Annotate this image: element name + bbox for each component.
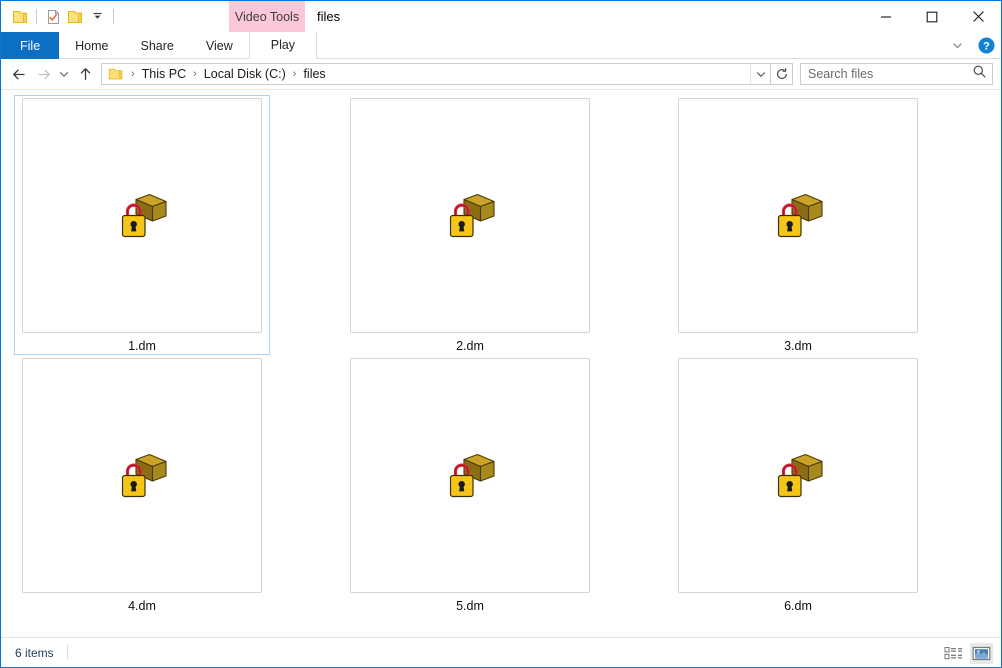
file-item-label: 4.dm — [128, 598, 156, 614]
details-view-button[interactable] — [942, 643, 965, 664]
quick-access-toolbar — [1, 1, 119, 32]
file-explorer-window: Video Tools files File Home Share View P… — [0, 0, 1002, 668]
file-thumbnail[interactable] — [22, 98, 262, 333]
forward-button[interactable] — [31, 62, 55, 86]
file-item-label: 1.dm — [128, 338, 156, 354]
status-separator — [67, 645, 68, 660]
locked-package-icon — [442, 190, 498, 242]
search-icon[interactable] — [972, 64, 987, 84]
back-button[interactable] — [7, 62, 31, 86]
close-button[interactable] — [955, 1, 1001, 32]
chevron-down-icon[interactable] — [86, 6, 108, 28]
contextual-tab-group-label: Video Tools — [229, 1, 305, 32]
file-item-1[interactable]: 1.dm — [14, 95, 270, 355]
quick-access-separator-1 — [36, 9, 37, 24]
file-thumbnail[interactable] — [350, 358, 590, 593]
file-thumbnail[interactable] — [22, 358, 262, 593]
file-item-4[interactable]: 4.dm — [14, 355, 270, 615]
locked-package-icon — [770, 190, 826, 242]
ribbon-expand-chevron-icon[interactable] — [946, 35, 968, 57]
file-item-5[interactable]: 5.dm — [342, 355, 598, 615]
file-thumbnail[interactable] — [678, 98, 918, 333]
breadcrumb-item-files[interactable]: files — [301, 67, 327, 81]
file-list-view[interactable]: 1.dm — [1, 89, 1001, 637]
maximize-button[interactable] — [909, 1, 955, 32]
svg-text:?: ? — [983, 40, 990, 52]
item-count-label: 6 items — [15, 646, 54, 660]
tab-home[interactable]: Home — [59, 32, 124, 59]
up-button[interactable] — [73, 62, 97, 86]
help-icon[interactable]: ? — [975, 35, 997, 57]
new-folder-icon[interactable] — [64, 6, 86, 28]
search-input[interactable] — [808, 67, 972, 81]
breadcrumb-item-this-pc[interactable]: This PC — [140, 67, 188, 81]
tab-share[interactable]: Share — [125, 32, 190, 59]
file-grid: 1.dm — [14, 95, 998, 615]
refresh-button[interactable] — [771, 63, 793, 85]
tab-play[interactable]: Play — [249, 32, 317, 59]
recent-locations-button[interactable] — [55, 62, 73, 86]
status-bar: 6 items — [1, 637, 1001, 667]
file-thumbnail[interactable] — [350, 98, 590, 333]
file-item-label: 5.dm — [456, 598, 484, 614]
breadcrumb-separator-2[interactable]: › — [288, 68, 302, 80]
file-item-2[interactable]: 2.dm — [342, 95, 598, 355]
file-item-6[interactable]: 6.dm — [670, 355, 926, 615]
tab-view[interactable]: View — [190, 32, 249, 59]
address-bar: › This PC › Local Disk (C:) › files — [1, 59, 1001, 89]
tab-file[interactable]: File — [1, 32, 59, 59]
file-item-3[interactable]: 3.dm — [670, 95, 926, 355]
properties-icon[interactable] — [42, 6, 64, 28]
locked-package-icon — [442, 450, 498, 502]
ribbon-tab-bar: File Home Share View Play ? — [1, 32, 1001, 59]
breadcrumb-folder-icon[interactable] — [106, 67, 126, 81]
breadcrumb[interactable]: › This PC › Local Disk (C:) › files — [101, 63, 771, 85]
file-item-label: 2.dm — [456, 338, 484, 354]
minimize-button[interactable] — [863, 1, 909, 32]
large-icons-view-button[interactable] — [970, 643, 993, 664]
locked-package-icon — [114, 190, 170, 242]
breadcrumb-separator-0[interactable]: › — [126, 68, 140, 80]
previous-locations-chevron-icon[interactable] — [750, 64, 770, 84]
window-controls — [863, 1, 1001, 32]
title-bar: Video Tools files — [1, 1, 1001, 32]
quick-access-separator-2 — [113, 9, 114, 24]
locked-package-icon — [770, 450, 826, 502]
breadcrumb-separator-1[interactable]: › — [188, 68, 202, 80]
locked-package-icon — [114, 450, 170, 502]
file-item-label: 6.dm — [784, 598, 812, 614]
search-box[interactable] — [800, 63, 993, 85]
window-title: files — [317, 1, 340, 32]
ribbon-right-controls: ? — [946, 32, 997, 59]
breadcrumb-item-local-disk[interactable]: Local Disk (C:) — [202, 67, 288, 81]
file-thumbnail[interactable] — [678, 358, 918, 593]
file-item-label: 3.dm — [784, 338, 812, 354]
view-mode-buttons — [942, 638, 993, 668]
folder-icon[interactable] — [9, 6, 31, 28]
